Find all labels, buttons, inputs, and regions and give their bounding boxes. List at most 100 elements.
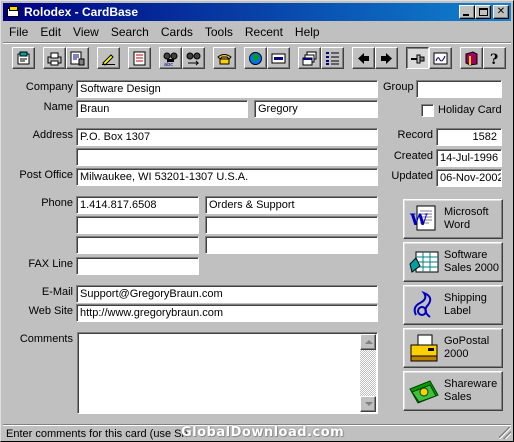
cascade-windows-icon bbox=[302, 51, 317, 65]
word-document-icon: W bbox=[409, 205, 436, 231]
record-number-field: 1582 bbox=[436, 128, 502, 146]
scroll-down-button[interactable] bbox=[360, 396, 376, 412]
close-button[interactable]: ✕ bbox=[493, 5, 509, 19]
find-button[interactable]: abc bbox=[159, 47, 182, 69]
gopostal-line1: GoPostal bbox=[444, 335, 490, 347]
post-office-field[interactable]: Milwaukee, WI 53201-1307 U.S.A. bbox=[76, 168, 378, 186]
rolodex-app-icon bbox=[6, 5, 20, 19]
menu-bar: File Edit View Search Cards Tools Recent… bbox=[3, 22, 511, 41]
menu-help[interactable]: Help bbox=[289, 25, 326, 39]
email-field[interactable]: Support@GregoryBraun.com bbox=[76, 285, 378, 303]
sort-button[interactable] bbox=[182, 47, 205, 69]
gopostal-line2: 2000 bbox=[444, 348, 469, 360]
email-label: E-Mail bbox=[41, 286, 73, 298]
menu-search[interactable]: Search bbox=[105, 25, 155, 39]
edit-card-button[interactable] bbox=[97, 47, 120, 69]
spreadsheet-icon bbox=[409, 251, 439, 273]
sort-abc-icon bbox=[186, 52, 201, 65]
menu-recent[interactable]: Recent bbox=[239, 25, 289, 39]
gopostal-button[interactable]: GoPostal 2000 bbox=[403, 328, 503, 368]
pin-button[interactable] bbox=[406, 47, 429, 69]
next-card-button[interactable] bbox=[375, 47, 398, 69]
resize-grip[interactable] bbox=[499, 427, 511, 439]
website-field[interactable]: http://www.gregorybraun.com bbox=[76, 304, 378, 322]
signature-icon bbox=[433, 52, 448, 64]
comments-scrollbar[interactable] bbox=[360, 334, 376, 412]
address-book-button[interactable] bbox=[460, 47, 483, 69]
menu-tools[interactable]: Tools bbox=[199, 25, 239, 39]
phone-2-description-field[interactable] bbox=[205, 216, 378, 234]
print-button[interactable] bbox=[43, 47, 66, 69]
minimize-button[interactable] bbox=[459, 5, 475, 19]
comments-field[interactable] bbox=[77, 332, 378, 414]
list-view-button[interactable] bbox=[321, 47, 344, 69]
signature-button[interactable] bbox=[429, 47, 452, 69]
shareware-sales-button[interactable]: Shareware Sales bbox=[403, 371, 503, 411]
watermark: GlobalDownload.com bbox=[181, 425, 345, 440]
word-button-line1: Microsoft bbox=[444, 206, 489, 218]
phone-2-field[interactable] bbox=[76, 216, 199, 234]
created-label: Created bbox=[393, 150, 433, 162]
menu-edit[interactable]: Edit bbox=[34, 25, 67, 39]
scroll-up-arrow-icon bbox=[365, 340, 373, 344]
menu-file[interactable]: File bbox=[3, 25, 34, 39]
address-line-1-field[interactable]: P.O. Box 1307 bbox=[76, 128, 378, 146]
software-sales-button[interactable]: Software Sales 2000 bbox=[403, 242, 503, 282]
updated-label: Updated bbox=[391, 170, 433, 182]
dial-phone-button[interactable] bbox=[213, 47, 236, 69]
new-card-button[interactable] bbox=[12, 47, 35, 69]
menu-cards[interactable]: Cards bbox=[155, 25, 199, 39]
help-button[interactable]: ? bbox=[483, 47, 506, 69]
software-sales-line2: Sales 2000 bbox=[444, 262, 500, 274]
company-field[interactable]: Software Design bbox=[76, 80, 378, 98]
phone-label: Phone bbox=[41, 197, 73, 209]
holiday-card-checkbox[interactable] bbox=[421, 104, 434, 117]
toolbar: abc ? bbox=[3, 42, 511, 72]
menu-view[interactable]: View bbox=[67, 25, 105, 39]
created-date-field: 14-Jul-1996 bbox=[436, 149, 502, 167]
checklist-icon bbox=[133, 51, 146, 65]
cascade-button[interactable] bbox=[298, 47, 321, 69]
minimize-icon bbox=[463, 14, 469, 16]
pin-icon bbox=[411, 54, 425, 63]
status-text: Enter comments for this card (use Sh bbox=[6, 428, 188, 440]
phone-3-description-field[interactable] bbox=[205, 236, 378, 254]
fax-field[interactable] bbox=[76, 257, 199, 275]
shareware-sales-line2: Sales bbox=[444, 391, 472, 403]
card-view-button[interactable] bbox=[267, 47, 290, 69]
last-name-field[interactable]: Braun bbox=[76, 100, 248, 118]
window-title: Rolodex - CardBase bbox=[24, 5, 139, 19]
find-icon: abc bbox=[163, 52, 178, 66]
website-label: Web Site bbox=[28, 305, 73, 317]
address-line-2-field[interactable] bbox=[76, 148, 378, 166]
phone-icon bbox=[217, 53, 232, 64]
card-icon bbox=[271, 53, 286, 63]
phone-1-description-field[interactable]: Orders & Support bbox=[205, 196, 378, 214]
group-field[interactable] bbox=[416, 80, 502, 98]
web-button[interactable] bbox=[244, 47, 267, 69]
name-label: Name bbox=[43, 101, 73, 113]
scroll-down-arrow-icon bbox=[365, 402, 373, 406]
shareware-sales-line1: Shareware bbox=[444, 378, 498, 390]
scroll-up-button[interactable] bbox=[360, 334, 376, 350]
updated-date-field: 06-Nov-2002 bbox=[436, 169, 502, 187]
phone-3-field[interactable] bbox=[76, 236, 199, 254]
svg-text:?: ? bbox=[490, 52, 498, 66]
group-label: Group bbox=[383, 81, 414, 93]
shipping-label-icon bbox=[413, 290, 432, 318]
list-icon bbox=[326, 51, 339, 65]
print-setup-button[interactable] bbox=[66, 47, 89, 69]
title-bar[interactable]: Rolodex - CardBase ✕ bbox=[3, 3, 511, 21]
word-button-line2: Word bbox=[444, 219, 471, 231]
phone-1-field[interactable]: 1.414.817.6508 bbox=[76, 196, 199, 214]
main-window: Rolodex - CardBase ✕ File Edit View Sear… bbox=[0, 0, 514, 442]
first-name-field[interactable]: Gregory bbox=[254, 100, 378, 118]
previous-card-button[interactable] bbox=[352, 47, 375, 69]
post-office-label: Post Office bbox=[19, 169, 73, 181]
checklist-button[interactable] bbox=[128, 47, 151, 69]
fax-label: FAX Line bbox=[28, 258, 73, 270]
microsoft-word-button[interactable]: W Microsoft Word bbox=[403, 199, 503, 239]
shipping-label-button[interactable]: Shipping Label bbox=[403, 285, 503, 325]
maximize-button[interactable] bbox=[475, 5, 491, 19]
address-label: Address bbox=[32, 129, 73, 141]
